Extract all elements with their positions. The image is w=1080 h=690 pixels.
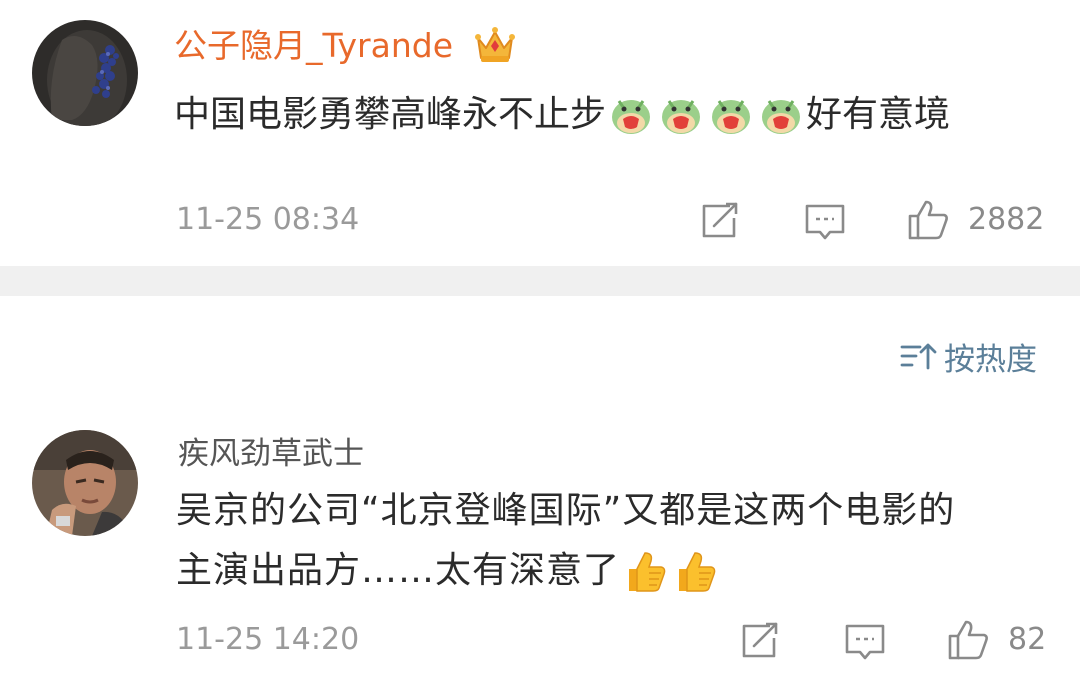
- username[interactable]: 公子隐月_Tyrande: [174, 26, 453, 66]
- nervous-dog-emoji-icon: [659, 93, 703, 137]
- sort-by-hot-button[interactable]: 按热度: [900, 334, 1037, 378]
- comment-text: 中国电影勇攀高峰永不止步 好有意境: [174, 92, 950, 138]
- thumbs-up-emoji-icon: [623, 549, 667, 593]
- crown-vip-icon: [472, 22, 518, 72]
- comment-text-tail: 好有意境: [806, 94, 951, 135]
- sort-icon: [900, 341, 944, 371]
- avatar[interactable]: [32, 20, 138, 126]
- username[interactable]: 疾风劲草武士: [178, 434, 364, 474]
- comment-text-main: 中国电影勇攀高峰永不止步: [174, 94, 607, 135]
- comment-icon[interactable]: [844, 622, 886, 662]
- comment-icon[interactable]: [804, 202, 846, 242]
- nervous-dog-emoji-icon: [709, 93, 753, 137]
- comment-text-line-2-main: 主演出品方……太有深意了: [176, 550, 621, 591]
- avatar[interactable]: [32, 430, 138, 536]
- nervous-dog-emoji-icon: [609, 93, 653, 137]
- comment-text-line-1: 吴京的公司“北京登峰国际”又都是这两个电影的: [176, 490, 956, 531]
- section-divider: [0, 266, 1080, 296]
- sort-label: 按热度: [944, 341, 1037, 378]
- thumbs-up-emoji-icon: [673, 549, 717, 593]
- comment-text-line-2: 主演出品方……太有深意了: [176, 548, 720, 594]
- repost-icon[interactable]: [740, 622, 780, 660]
- like-count: 82: [1008, 622, 1047, 657]
- timestamp: 11-25 08:34: [176, 202, 360, 237]
- like-count: 2882: [968, 202, 1045, 237]
- like-icon[interactable]: [946, 618, 990, 662]
- nervous-dog-emoji-icon: [759, 93, 803, 137]
- timestamp: 11-25 14:20: [176, 622, 360, 657]
- repost-icon[interactable]: [700, 202, 740, 240]
- like-icon[interactable]: [906, 198, 950, 242]
